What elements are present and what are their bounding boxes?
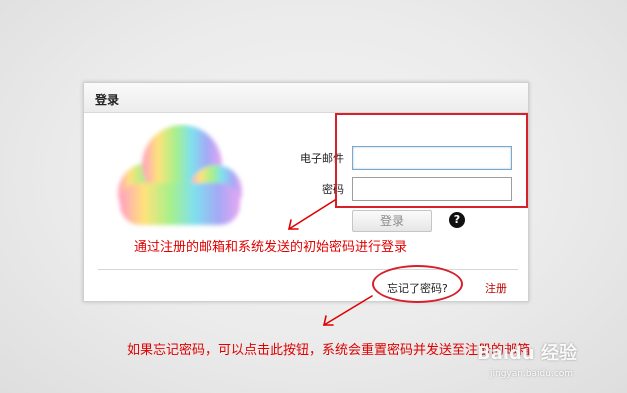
arrow-icon — [323, 295, 373, 326]
arrow-icon — [288, 199, 336, 230]
watermark-brand: Baidu 经验 — [477, 343, 578, 364]
watermark: Baidu 经验 jingyan.baidu.com — [472, 325, 622, 385]
watermark-url: jingyan.baidu.com — [490, 369, 574, 379]
annotation-login-note: 通过注册的邮箱和系统发送的初始密码进行登录 — [134, 240, 408, 255]
annotation-forgot-note: 如果忘记密码，可以点击此按钮，系统会重置密码并发送至注册的邮箱 — [127, 343, 531, 358]
